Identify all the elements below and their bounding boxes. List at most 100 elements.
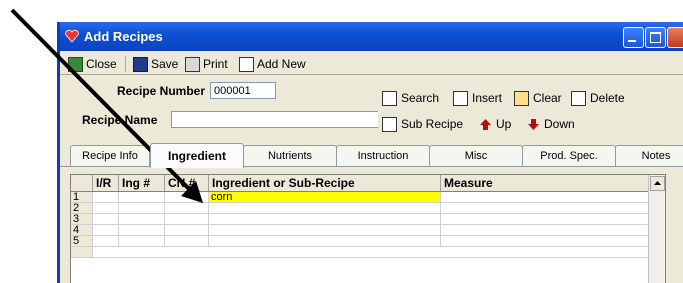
scroll-up-button[interactable] [650,176,665,191]
print-button[interactable]: Print [185,56,228,72]
save-button[interactable]: Save [133,56,178,72]
title-bar[interactable]: Add Recipes [60,22,683,51]
ingredient-cell[interactable] [209,214,441,224]
delete-icon [571,90,586,106]
row-number: 2 [71,203,93,214]
ir-cell[interactable] [93,236,119,246]
maximize-button[interactable] [645,27,666,48]
ir-cell[interactable] [93,214,119,224]
toolbar: Close Save Print Add New [60,52,683,75]
minimize-button[interactable] [623,27,644,48]
cn-cell[interactable] [165,236,209,246]
printer-icon [185,56,200,72]
close-button[interactable]: Close [68,56,117,72]
ing-cell[interactable] [119,214,165,224]
column-header-ing[interactable]: Ing # [119,175,165,191]
row-number [71,247,93,257]
column-header-cn[interactable]: CN # [165,175,209,191]
ingredient-cell[interactable]: corn [209,192,441,203]
column-header-measure[interactable]: Measure [441,175,663,191]
down-button[interactable]: Down [527,114,575,134]
ingredient-cell[interactable] [209,203,441,213]
table-row: 5 [71,236,663,247]
ingredient-cell[interactable] [209,225,441,235]
clear-icon [514,90,529,106]
delete-label: Delete [590,91,625,105]
save-label: Save [151,57,179,71]
search-label: Search [401,91,440,105]
tab-misc[interactable]: Misc [429,145,523,166]
measure-cell[interactable] [441,203,663,213]
delete-button[interactable]: Delete [571,88,625,108]
recipe-name-label: Recipe Name [82,113,158,127]
measure-cell[interactable] [441,192,663,202]
tab-nutrients[interactable]: Nutrients [243,145,337,166]
tab-recipe-info[interactable]: Recipe Info [70,145,150,166]
row-number: 5 [71,236,93,247]
tab-prod-spec[interactable]: Prod. Spec. [522,145,616,166]
grid-header: I/R Ing # CN # Ingredient or Sub-Recipe … [71,175,663,192]
cn-cell[interactable] [165,225,209,235]
ir-cell[interactable] [93,203,119,213]
tab-instruction[interactable]: Instruction [336,145,430,166]
table-row: 1 corn [71,192,663,203]
up-button[interactable]: Up [479,114,511,134]
measure-cell[interactable] [441,236,663,246]
recipe-number-field[interactable]: 000001 [210,82,276,99]
toolbar-divider [125,56,126,72]
clear-button[interactable]: Clear [514,88,562,108]
arrow-down-icon [528,118,539,130]
tab-notes[interactable]: Notes [615,145,683,166]
table-row: 4 [71,225,663,236]
measure-cell[interactable] [441,214,663,224]
row-number: 1 [71,192,93,203]
recipe-name-field[interactable] [171,111,381,128]
sub-recipe-icon [382,116,397,132]
heart-icon [65,29,79,43]
measure-cell[interactable] [441,225,663,235]
clear-label: Clear [533,91,562,105]
column-header-ingredient[interactable]: Ingredient or Sub-Recipe [209,175,441,191]
cn-cell[interactable] [165,203,209,213]
vertical-scrollbar[interactable] [648,175,665,283]
up-label: Up [496,117,512,131]
print-label: Print [203,57,228,71]
triangle-up-icon [654,181,661,185]
close-label: Close [86,57,117,71]
cn-cell[interactable] [165,214,209,224]
close-window-button[interactable] [667,27,683,48]
ing-cell[interactable] [119,225,165,235]
ir-cell[interactable] [93,192,119,202]
sub-recipe-button[interactable]: Sub Recipe [382,114,463,134]
add-new-button[interactable]: Add New [239,56,306,72]
ing-cell[interactable] [119,203,165,213]
document-icon [239,56,254,72]
exit-icon [68,56,83,72]
ingredient-grid[interactable]: I/R Ing # CN # Ingredient or Sub-Recipe … [70,174,666,283]
add-new-label: Add New [257,57,306,71]
down-label: Down [544,117,575,131]
minimize-icon [628,40,636,42]
table-row: 2 [71,203,663,214]
cn-cell[interactable] [165,192,209,202]
table-row: 3 [71,214,663,225]
row-number: 4 [71,225,93,236]
search-icon [382,90,397,106]
insert-button[interactable]: Insert [453,88,502,108]
window-title: Add Recipes [84,29,163,44]
maximize-icon [650,32,661,43]
ing-cell[interactable] [119,236,165,246]
ing-cell[interactable] [119,192,165,202]
add-recipes-window: Add Recipes Close Save Print Add New Rec… [57,22,683,283]
action-panel: Search Insert Clear Delete Sub Recipe Up… [378,86,683,138]
recipe-number-label: Recipe Number [117,84,206,98]
ir-cell[interactable] [93,225,119,235]
search-button[interactable]: Search [382,88,439,108]
table-row [71,247,663,258]
empty-row [93,247,663,257]
insert-icon [453,90,468,106]
ingredient-cell[interactable] [209,236,441,246]
tab-ingredient[interactable]: Ingredient [150,143,244,168]
column-header-ir[interactable]: I/R [93,175,119,191]
arrow-up-icon [480,118,491,130]
